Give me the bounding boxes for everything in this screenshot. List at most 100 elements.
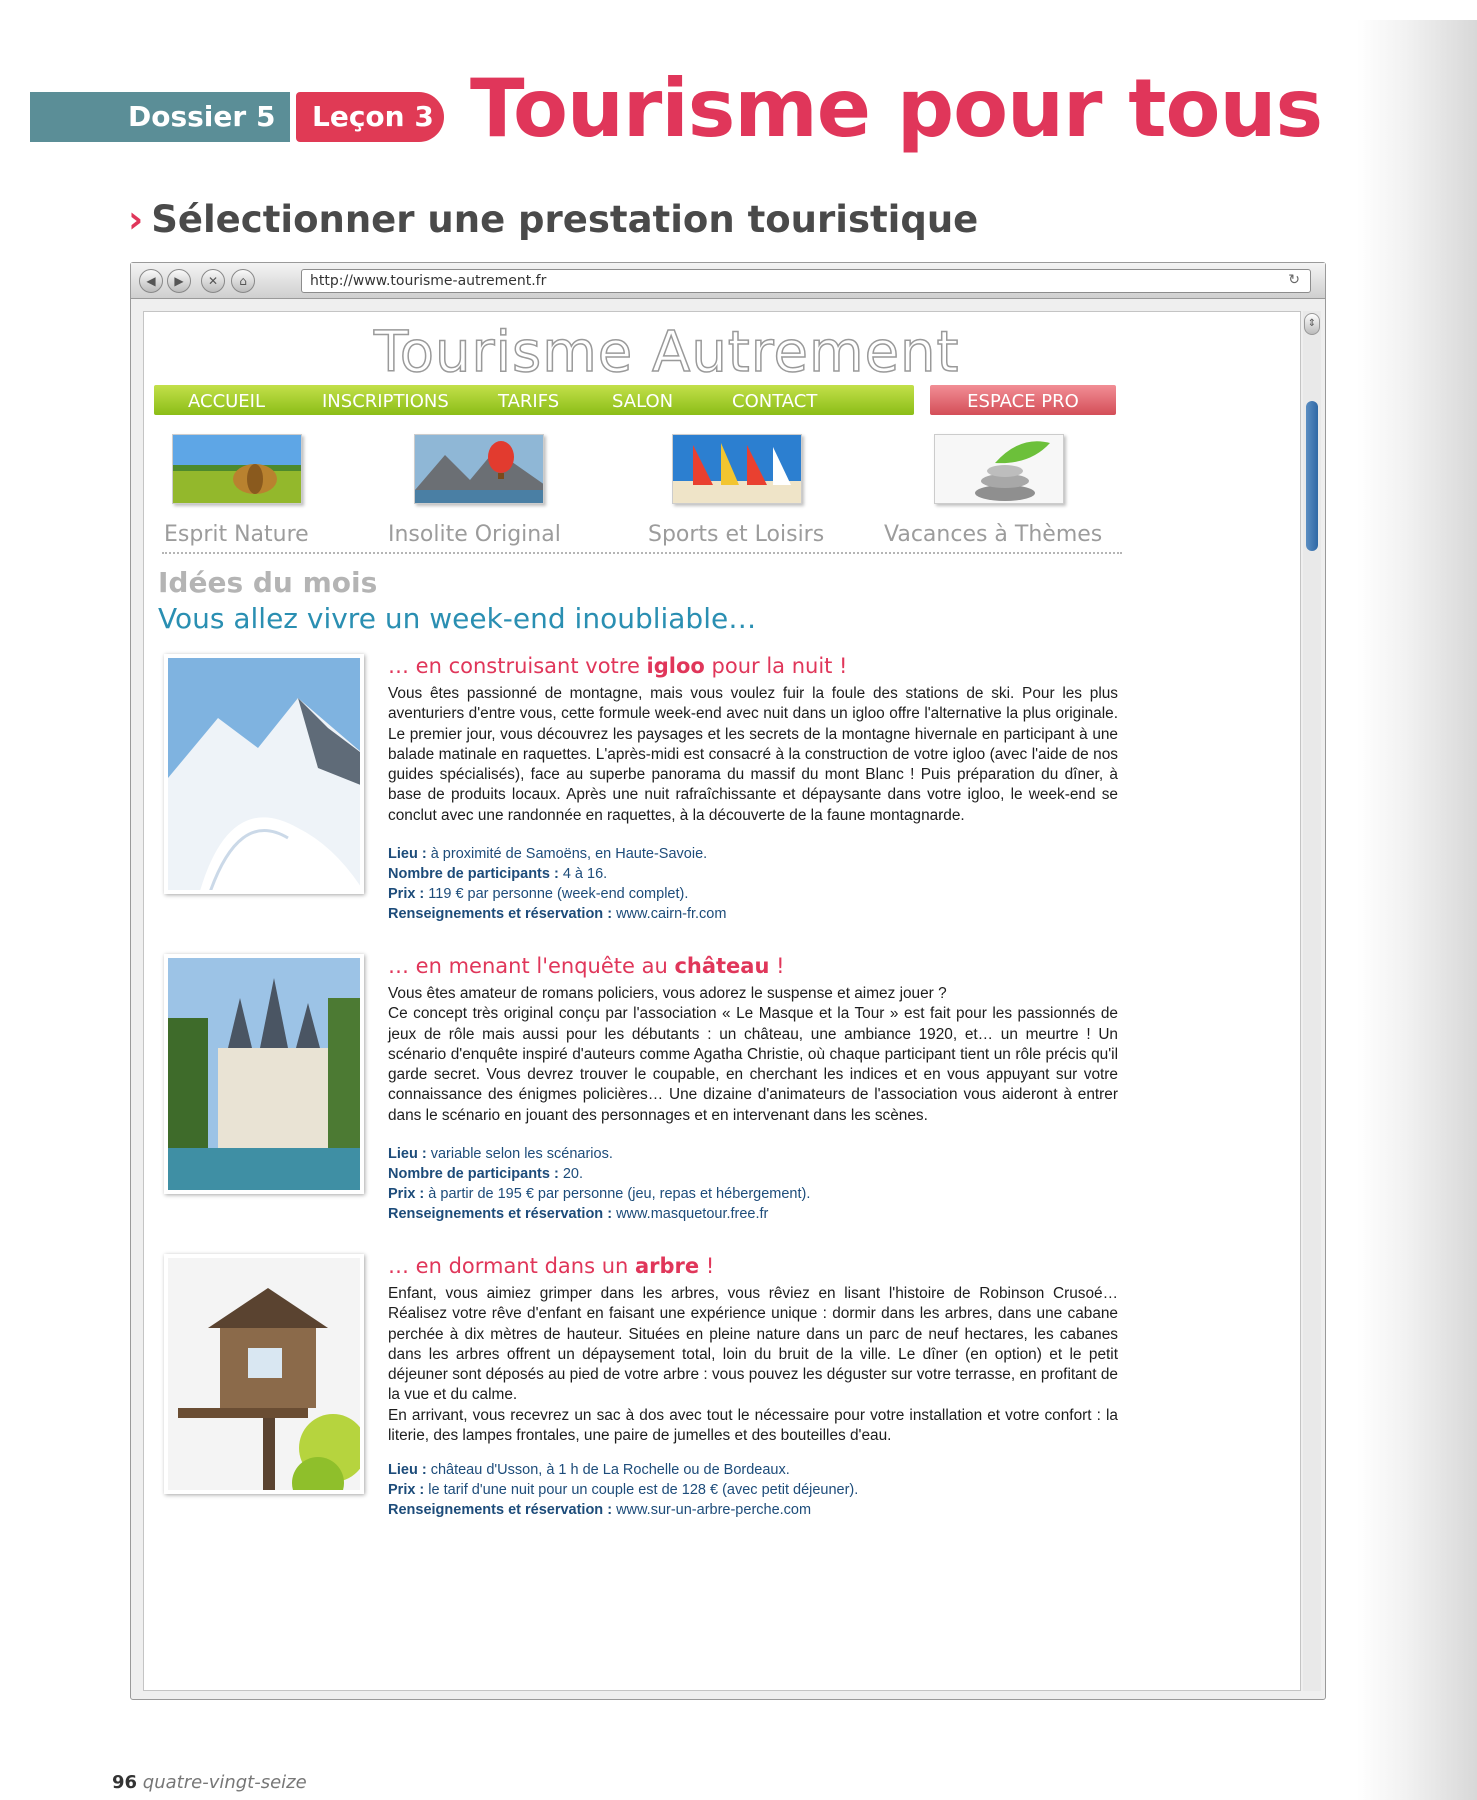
menu-item-inscriptions[interactable]: INSCRIPTIONS [322,391,449,412]
info-value: 4 à 16. [562,866,608,882]
offer-title-text: pour la nuit ! [704,654,848,678]
info-value: 119 € par personne (week-end complet). [428,886,689,902]
offer-body-igloo: Vous êtes passionné de montagne, mais vo… [388,684,1118,826]
dossier-text: Dossier [128,100,247,133]
category-image-esprit-nature[interactable] [172,434,302,504]
menu-item-salon[interactable]: SALON [612,391,673,412]
offer-info-chateau: Lieu : variable selon les scénarios. Nom… [388,1144,1118,1224]
info-lieu: Lieu : à proximité de Samoëns, en Haute-… [388,844,1118,864]
info-participants: Nombre de participants : 4 à 16. [388,864,1118,884]
info-label: Renseignements et réservation : [388,1502,613,1518]
page-number: 96 [112,1772,138,1793]
offer-title-keyword: château [674,954,770,978]
info-participants: Nombre de participants : 20. [388,1164,1118,1184]
back-arrow-icon[interactable]: ◀ [139,269,163,293]
info-value: à partir de 195 € par personne (jeu, rep… [428,1186,811,1202]
ideas-title: Idées du mois [158,566,378,599]
menu-item-accueil[interactable]: ACCUEIL [188,391,265,412]
forward-arrow-icon[interactable]: ▶ [167,269,191,293]
offer-paragraph: Ce concept très original conçu par l'ass… [388,1005,1118,1124]
info-label: Lieu : [388,846,427,862]
offer-image-chateau [164,954,364,1194]
address-bar[interactable]: http://www.tourisme-autrement.fr ↻ [301,269,1311,293]
scroll-thumb[interactable] [1306,401,1318,551]
info-label: Nombre de participants : [388,866,559,882]
browser-window: ◀ ▶ ✕ ⌂ http://www.tourisme-autrement.fr… [130,262,1326,1700]
offer-paragraph: Vous êtes amateur de romans policiers, v… [388,985,947,1002]
info-label: Prix : [388,886,425,902]
offer-title-text: … en construisant votre [388,654,647,678]
scroll-arrows-icon[interactable]: ⇕ [1304,313,1320,335]
info-value: le tarif d'une nuit pour un couple est d… [428,1482,859,1498]
info-value: variable selon les scénarios. [430,1146,613,1162]
page-number-words: quatre-vingt-seize [142,1772,307,1793]
page-folio: 96 quatre-vingt-seize [112,1772,307,1793]
offer-title-text: … en menant l'enquête au [388,954,675,978]
info-label: Renseignements et réservation : [388,906,613,922]
info-value: château d'Usson, à 1 h de La Rochelle ou… [430,1462,790,1478]
page-title: Tourisme pour tous [470,62,1323,155]
offer-title-chateau: … en menant l'enquête au château ! [388,954,785,978]
offer-paragraph: Enfant, vous aimiez grimper dans les arb… [388,1285,1118,1404]
chevron-right-icon: › [128,198,144,241]
dossier-number: 5 [255,100,276,133]
category-label-esprit-nature[interactable]: Esprit Nature [164,522,309,547]
info-lieu: Lieu : château d'Usson, à 1 h de La Roch… [388,1460,1118,1480]
espace-pro-button[interactable]: ESPACE PRO [930,385,1116,415]
category-label-insolite-original[interactable]: Insolite Original [388,522,561,547]
close-icon[interactable]: ✕ [201,269,225,293]
info-label: Prix : [388,1482,425,1498]
url-text: http://www.tourisme-autrement.fr [310,273,547,289]
info-label: Prix : [388,1186,425,1202]
offer-title-text: ! [699,1254,715,1278]
info-prix: Prix : 119 € par personne (week-end comp… [388,884,1118,904]
offer-image-igloo [164,654,364,894]
info-prix: Prix : à partir de 195 € par personne (j… [388,1184,1118,1204]
site-logo: Tourisme Autrement [373,319,960,386]
info-label: Lieu : [388,1462,427,1478]
offer-body-chateau: Vous êtes amateur de romans policiers, v… [388,984,1118,1126]
menu-item-tarifs[interactable]: TARIFS [498,391,559,412]
offer-title-keyword: igloo [646,654,705,678]
offer-title-text: ! [769,954,785,978]
category-label-sports-loisirs[interactable]: Sports et Loisirs [648,522,824,547]
info-value: 20. [562,1166,584,1182]
info-reservation: Renseignements et réservation : www.masq… [388,1204,1118,1224]
reload-icon[interactable]: ↻ [1288,272,1300,288]
lecon-number: 3 [414,100,434,133]
page-viewport: Tourisme Autrement ACCUEIL INSCRIPTIONS … [143,311,1301,1691]
info-link[interactable]: www.sur-un-arbre-perche.com [616,1502,811,1518]
vertical-scrollbar[interactable]: ⇕ [1303,311,1321,1691]
info-reservation: Renseignements et réservation : www.sur-… [388,1500,1118,1520]
info-link[interactable]: www.cairn-fr.com [616,906,726,922]
main-menu: ACCUEIL INSCRIPTIONS TARIFS SALON CONTAC… [154,385,914,415]
offer-igloo: … en construisant votre igloo pour la nu… [152,642,1118,938]
info-link[interactable]: www.masquetour.free.fr [616,1206,768,1222]
category-image-sports-loisirs[interactable] [672,434,802,504]
dossier-label: Dossier 5 [128,100,275,133]
category-image-insolite-original[interactable] [414,434,544,504]
info-label: Nombre de participants : [388,1166,559,1182]
category-label-vacances-themes[interactable]: Vacances à Thèmes [884,522,1102,547]
info-label: Lieu : [388,1146,427,1162]
section-subtitle: › Sélectionner une prestation touristique [128,198,978,241]
page-edge-shadow [1357,20,1477,1800]
offer-chateau: … en menant l'enquête au château ! Vous … [152,942,1118,1238]
section-divider [162,552,1122,554]
info-label: Renseignements et réservation : [388,1206,613,1222]
offer-body-arbre: Enfant, vous aimiez grimper dans les arb… [388,1284,1118,1446]
offer-title-arbre: … en dormant dans un arbre ! [388,1254,714,1278]
ideas-heading: Vous allez vivre un week-end inoubliable… [158,602,757,635]
offer-title-keyword: arbre [635,1254,700,1278]
offer-paragraph: En arrivant, vous recevrez un sac à dos … [388,1406,1118,1445]
offer-info-arbre: Lieu : château d'Usson, à 1 h de La Roch… [388,1460,1118,1520]
lecon-tag: Leçon 3 [296,92,444,142]
offer-info-igloo: Lieu : à proximité de Samoëns, en Haute-… [388,844,1118,924]
category-image-vacances-themes[interactable] [934,434,1064,504]
home-icon[interactable]: ⌂ [231,269,255,293]
offer-title-igloo: … en construisant votre igloo pour la nu… [388,654,847,678]
menu-item-contact[interactable]: CONTACT [732,391,817,412]
browser-toolbar: ◀ ▶ ✕ ⌂ http://www.tourisme-autrement.fr… [131,263,1325,299]
lecon-text: Leçon [312,100,405,133]
info-lieu: Lieu : variable selon les scénarios. [388,1144,1118,1164]
